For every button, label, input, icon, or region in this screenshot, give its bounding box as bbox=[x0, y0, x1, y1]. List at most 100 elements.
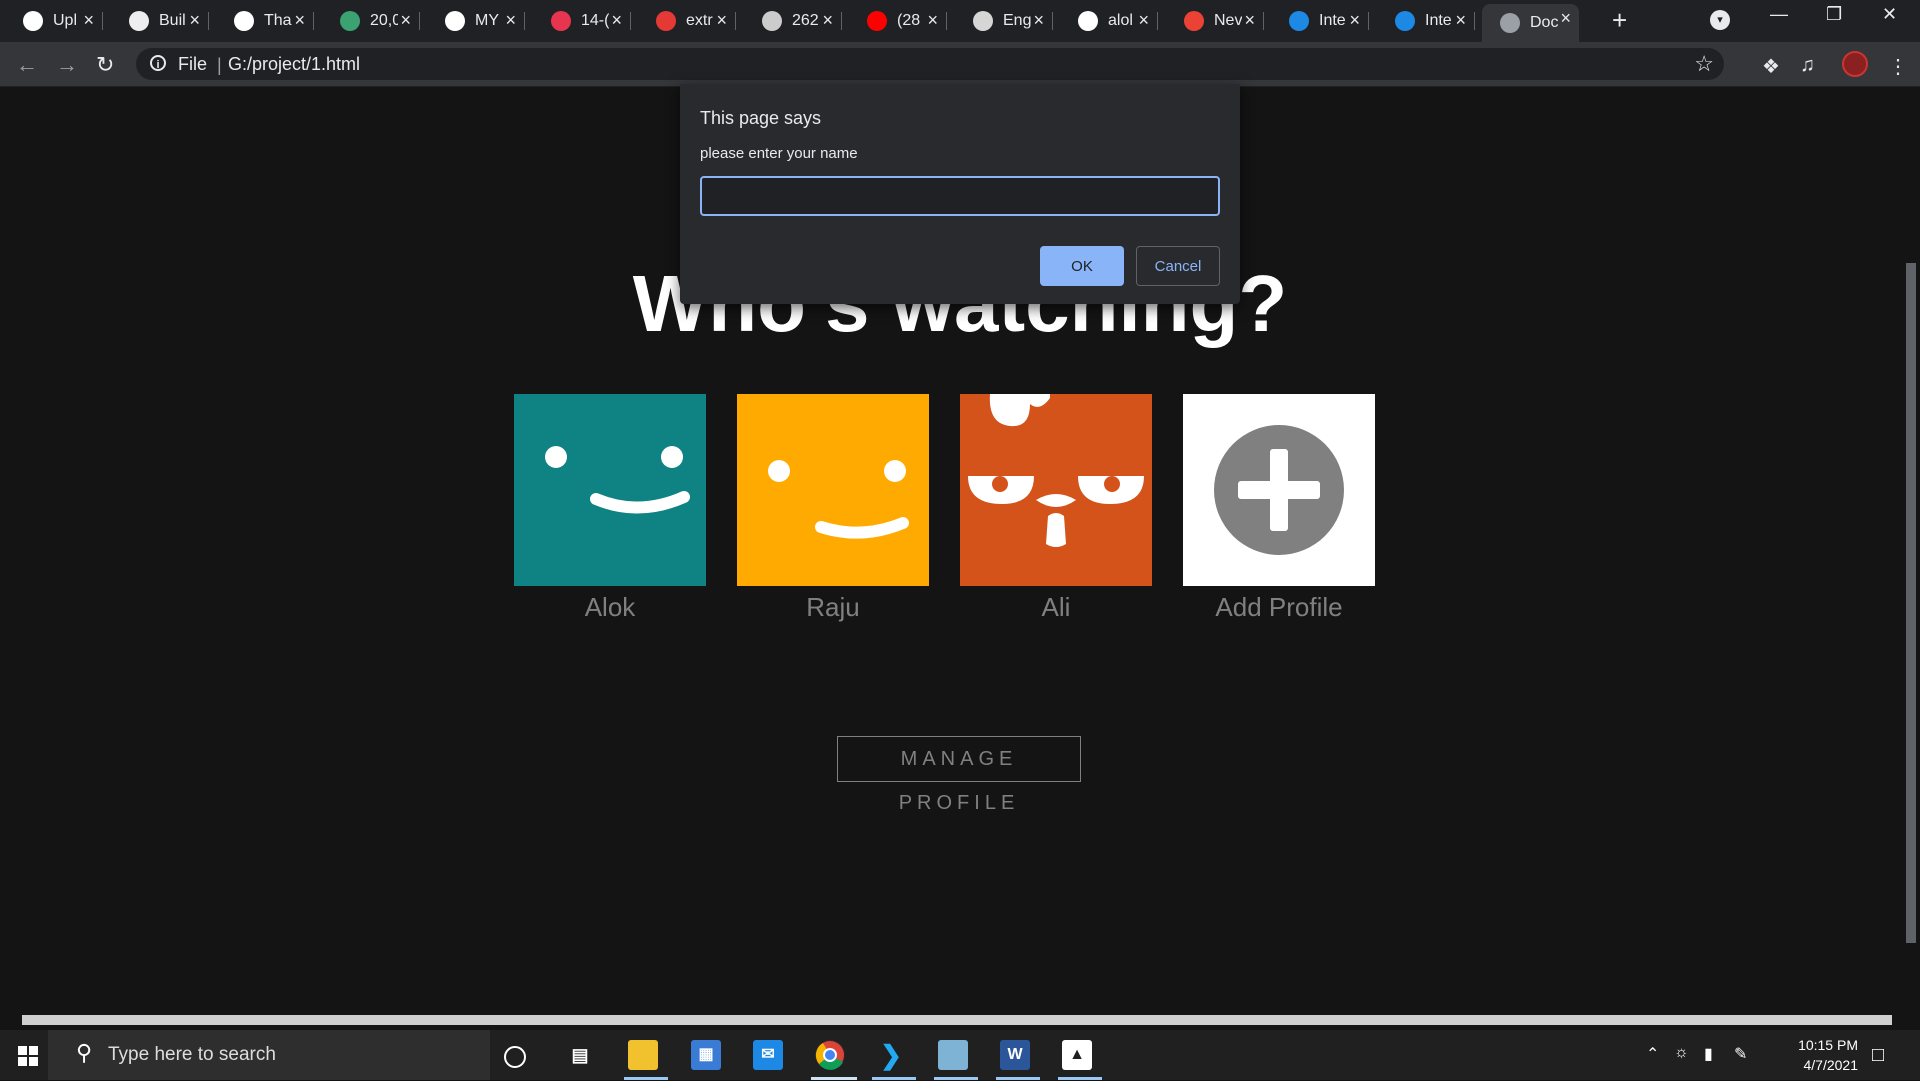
close-tab-icon[interactable]: × bbox=[1033, 10, 1044, 31]
tab-divider bbox=[630, 12, 631, 30]
dialog-title: This page says bbox=[700, 108, 822, 128]
tab-divider bbox=[419, 12, 420, 30]
store-icon[interactable]: ▦ bbox=[691, 1040, 721, 1070]
browser-tab[interactable]: 262 × bbox=[744, 6, 842, 36]
profile-card-raju[interactable]: Raju bbox=[737, 394, 929, 623]
back-icon[interactable]: ← bbox=[16, 52, 38, 78]
browser-tab[interactable]: Upl × bbox=[5, 6, 103, 36]
close-tab-icon[interactable]: × bbox=[1349, 10, 1360, 31]
profile-name[interactable]: Alok bbox=[514, 592, 706, 623]
forward-icon[interactable]: → bbox=[56, 52, 78, 78]
tab-divider bbox=[946, 12, 947, 30]
close-tab-icon[interactable]: × bbox=[1244, 10, 1255, 31]
browser-tab[interactable]: 20,0 × bbox=[322, 6, 420, 36]
tab-search-icon[interactable]: ▾ bbox=[1710, 10, 1730, 30]
wifi-icon[interactable]: ☼ bbox=[1674, 1044, 1689, 1062]
ok-button[interactable]: OK bbox=[1040, 246, 1124, 286]
udemy-icon bbox=[551, 11, 571, 31]
chrome-icon[interactable] bbox=[815, 1040, 845, 1070]
tab-divider bbox=[841, 12, 842, 30]
browser-tab[interactable]: Doc × bbox=[1482, 4, 1579, 42]
tab-title: Tha bbox=[264, 12, 292, 29]
profile-card-ali[interactable]: Ali bbox=[960, 394, 1152, 623]
notepad-icon[interactable] bbox=[938, 1040, 968, 1070]
task-view-icon[interactable]: ▤ bbox=[565, 1040, 595, 1070]
close-tab-icon[interactable]: × bbox=[716, 10, 727, 31]
close-tab-icon[interactable]: × bbox=[1560, 8, 1571, 29]
close-tab-icon[interactable]: × bbox=[1138, 10, 1149, 31]
address-bar[interactable]: i File | G:/project/1.html ☆ bbox=[136, 48, 1724, 80]
profile-name[interactable]: Ali bbox=[960, 592, 1152, 623]
profile-avatar[interactable] bbox=[514, 394, 706, 586]
close-tab-icon[interactable]: × bbox=[611, 10, 622, 31]
close-tab-icon[interactable]: × bbox=[189, 10, 200, 31]
browser-tab[interactable]: Eng × bbox=[955, 6, 1053, 36]
dialog-message: please enter your name bbox=[700, 145, 858, 162]
close-window-icon[interactable]: ✕ bbox=[1882, 4, 1897, 25]
chevron-up-icon[interactable]: ⌃ bbox=[1646, 1044, 1659, 1064]
photos-icon[interactable]: ▲ bbox=[1062, 1040, 1092, 1070]
windows-start-icon[interactable] bbox=[18, 1046, 38, 1066]
browser-tab[interactable]: MY × bbox=[427, 6, 525, 36]
cortana-icon[interactable] bbox=[504, 1046, 526, 1068]
menu-icon[interactable]: ⋮ bbox=[1888, 54, 1908, 79]
close-tab-icon[interactable]: × bbox=[294, 10, 305, 31]
close-tab-icon[interactable]: × bbox=[83, 10, 94, 31]
profile-card-alok[interactable]: Alok bbox=[514, 394, 706, 623]
battery-icon[interactable]: ▮ bbox=[1704, 1044, 1713, 1064]
browser-tab[interactable]: Tha × bbox=[216, 6, 314, 36]
horizontal-scroll-thumb[interactable] bbox=[22, 1015, 1892, 1025]
globe-icon bbox=[1500, 13, 1520, 33]
close-tab-icon[interactable]: × bbox=[1455, 10, 1466, 31]
globe-icon bbox=[445, 11, 465, 31]
bookmark-star-icon[interactable]: ☆ bbox=[1694, 51, 1714, 77]
smiley-icon bbox=[768, 460, 909, 539]
browser-tab[interactable]: Inte × bbox=[1271, 6, 1369, 36]
close-tab-icon[interactable]: × bbox=[505, 10, 516, 31]
profile-avatar[interactable] bbox=[1183, 394, 1375, 586]
avatar[interactable] bbox=[1842, 51, 1868, 77]
browser-tab[interactable]: (28 × bbox=[849, 6, 947, 36]
vscode-icon[interactable]: ❯ bbox=[876, 1040, 906, 1070]
close-tab-icon[interactable]: × bbox=[822, 10, 833, 31]
minimize-icon[interactable]: — bbox=[1770, 4, 1788, 25]
notification-icon[interactable]: □ bbox=[1872, 1044, 1884, 1067]
media-control-icon[interactable]: ♫ bbox=[1800, 54, 1815, 77]
tab-title: extr bbox=[686, 12, 713, 29]
tab-title: (28 bbox=[897, 12, 921, 29]
reload-icon[interactable]: ↻ bbox=[96, 52, 114, 78]
gear-icon bbox=[762, 11, 782, 31]
url-text[interactable]: G:/project/1.html bbox=[228, 54, 360, 75]
browser-tab[interactable]: Inte × bbox=[1377, 6, 1475, 36]
cancel-button[interactable]: Cancel bbox=[1136, 246, 1220, 286]
is-icon bbox=[1395, 11, 1415, 31]
new-tab-button[interactable]: + bbox=[1612, 5, 1627, 36]
profile-name[interactable]: Add Profile bbox=[1183, 592, 1375, 623]
browser-tab[interactable]: Buil × bbox=[111, 6, 209, 36]
info-icon[interactable]: i bbox=[150, 55, 166, 71]
manage-profile-button[interactable]: MANAGE PROFILE bbox=[837, 736, 1081, 814]
browser-tab[interactable]: alol × bbox=[1060, 6, 1158, 36]
word-icon[interactable]: W bbox=[1000, 1040, 1030, 1070]
tab-title: 20,0 bbox=[370, 12, 398, 29]
profile-name[interactable]: Raju bbox=[737, 592, 929, 623]
browser-tab[interactable]: extr × bbox=[638, 6, 736, 36]
browser-tab[interactable]: Nev × bbox=[1166, 6, 1264, 36]
tab-title: 262 bbox=[792, 12, 819, 29]
profile-avatar[interactable] bbox=[960, 394, 1152, 586]
add-profile-card[interactable]: Add Profile bbox=[1183, 394, 1375, 623]
system-clock[interactable]: 10:15 PM 4/7/2021 bbox=[1758, 1035, 1858, 1075]
browser-tab[interactable]: 14-(× bbox=[533, 6, 631, 36]
profile-avatar[interactable] bbox=[737, 394, 929, 586]
tab-title: Inte bbox=[1319, 12, 1346, 29]
close-tab-icon[interactable]: × bbox=[400, 10, 411, 31]
mail-icon[interactable]: ✉ bbox=[753, 1040, 783, 1070]
taskbar-search-box[interactable]: ⚲ Type here to search bbox=[48, 1030, 490, 1080]
file-explorer-icon[interactable] bbox=[628, 1040, 658, 1070]
pen-icon[interactable]: ✎ bbox=[1734, 1044, 1747, 1064]
extensions-icon[interactable]: ❖ bbox=[1762, 54, 1780, 79]
restore-icon[interactable]: ❐ bbox=[1826, 4, 1842, 25]
name-input[interactable] bbox=[700, 176, 1220, 216]
vertical-scroll-thumb[interactable] bbox=[1906, 263, 1916, 943]
close-tab-icon[interactable]: × bbox=[927, 10, 938, 31]
